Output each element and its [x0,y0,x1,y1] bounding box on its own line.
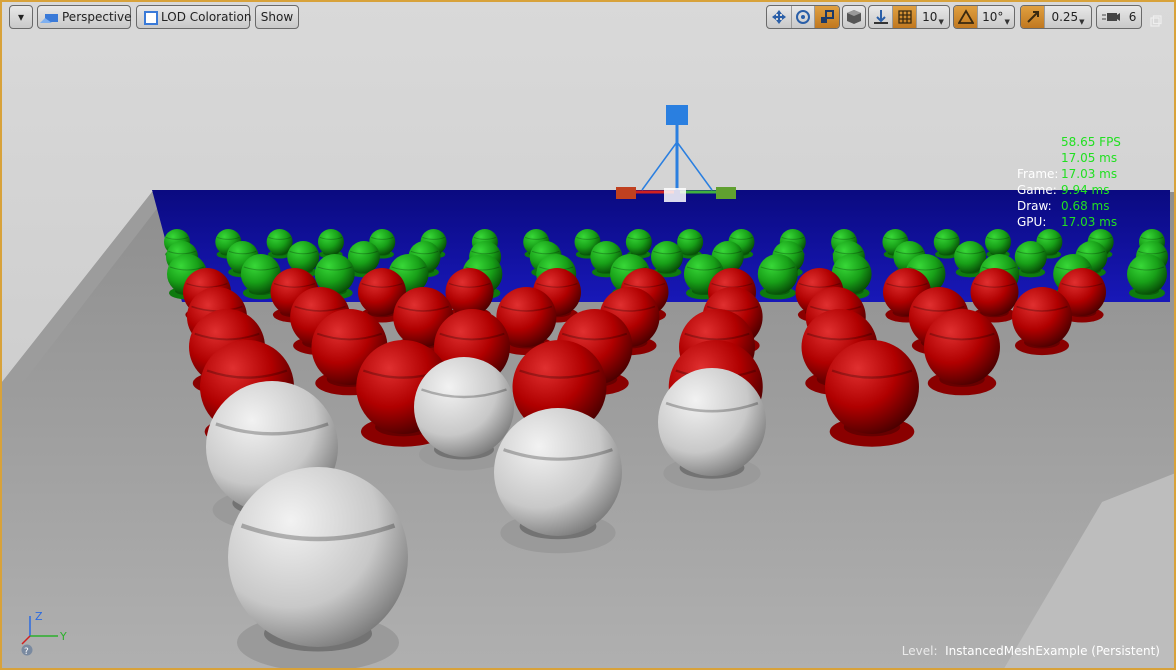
draw-value: 0.68 ms [1061,199,1110,213]
camera-icon [40,13,58,23]
grid-snap-value-dropdown[interactable]: 10 ▼ [917,6,949,28]
view-mode-label: LOD Coloration [161,10,252,24]
mesh-instance [1127,254,1167,300]
game-label: Game: [1017,183,1057,197]
perspective-button[interactable]: Perspective [37,5,132,29]
viewport-options-button[interactable]: ▾ [9,5,33,29]
help-icon: ? [24,647,29,657]
scale-snap-toggle[interactable] [1021,6,1045,28]
frame-label: Frame: [1017,167,1059,181]
scale-arrow-icon [1026,11,1039,23]
y-axis-label: Y [59,630,67,643]
chevron-down-icon: ▾ [17,10,25,24]
mesh-instance [757,254,798,300]
maximize-viewport-button[interactable] [1150,12,1162,27]
grid-icon [897,10,912,24]
frame-value: 17.03 ms [1061,167,1118,181]
transform-mode-group [766,5,840,29]
x-axis-line [21,635,31,645]
grid-snap-group: 10 ▼ [868,5,950,29]
rotate-icon [795,10,810,24]
scale-icon [821,10,835,23]
ms-readout: 17.05 ms [1061,151,1118,165]
level-viewport[interactable]: ▾ Perspective LOD Coloration Show 10 ▼ 1… [0,0,1176,670]
camera-speed-icon [1101,13,1120,21]
z-axis-label: Z [35,610,43,623]
fps-readout: 58.65 FPS [1061,135,1121,149]
show-button[interactable]: Show [255,5,299,29]
chevron-down-icon: ▼ [1004,18,1010,26]
mesh-instance [924,309,1000,396]
gpu-value: 17.03 ms [1061,215,1118,229]
view-mode-icon [144,10,158,25]
rotate-mode-button[interactable] [792,6,816,28]
scale-mode-button[interactable] [815,6,839,28]
level-label: Level: [901,644,938,658]
camera-speed-group: 6 [1096,5,1142,29]
grid-snap-value: 10 [922,10,938,24]
gpu-label: GPU: [1017,215,1047,229]
mesh-instance [658,368,766,491]
surface-snap-button[interactable] [869,6,893,28]
scene-render[interactable] [2,2,1176,670]
cube-icon [847,10,861,24]
translate-mode-button[interactable] [767,6,792,28]
mesh-instance [1012,287,1072,356]
mesh-instance [494,408,622,554]
camera-speed-value: 6 [1128,10,1137,24]
mesh-instance [1014,241,1047,278]
scale-snap-value: 0.25 [1051,10,1079,24]
world-local-toggle[interactable] [843,6,865,28]
level-readout: Level: InstancedMeshExample (Persistent) [902,644,1160,658]
rotation-snap-toggle[interactable] [954,6,978,28]
mesh-instance [825,340,919,447]
draw-label: Draw: [1017,199,1052,213]
surface-snap-icon [873,10,888,24]
rotation-snap-group: 10° ▼ [953,5,1015,29]
perspective-label: Perspective [62,10,132,24]
scale-snap-value-dropdown[interactable]: 0.25 ▼ [1045,6,1091,28]
game-value: 9.94 ms [1061,183,1110,197]
angle-icon [957,9,974,24]
mesh-instance [228,467,408,668]
grid-snap-toggle[interactable] [893,6,917,28]
rotation-snap-value: 10° [982,10,1004,24]
maximize-icon [1150,15,1162,27]
chevron-down-icon: ▼ [1079,18,1085,26]
move-arrows-icon [771,10,786,24]
show-label: Show [260,10,294,24]
scale-snap-group: 0.25 ▼ [1020,5,1092,29]
coordinate-system-group [842,5,866,29]
level-name: InstancedMeshExample (Persistent) [945,644,1160,658]
camera-speed-dropdown[interactable]: 6 [1097,6,1141,28]
axis-indicator: Z Y ? [21,610,67,657]
mesh-instance [317,229,344,259]
rotation-snap-value-dropdown[interactable]: 10° ▼ [978,6,1014,28]
chevron-down-icon: ▼ [938,18,944,26]
view-mode-button[interactable]: LOD Coloration [136,5,251,29]
